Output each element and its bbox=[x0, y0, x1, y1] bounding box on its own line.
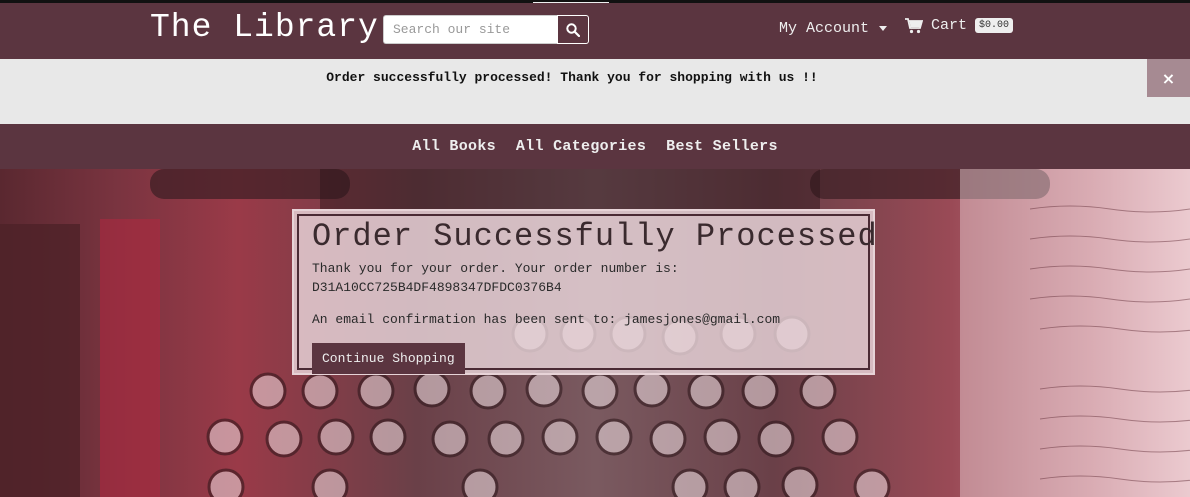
thank-you-text: Thank you for your order. Your order num… bbox=[312, 261, 679, 276]
search-button[interactable] bbox=[557, 15, 589, 44]
nav-all-books[interactable]: All Books bbox=[412, 138, 496, 155]
continue-shopping-button[interactable]: Continue Shopping bbox=[312, 343, 465, 374]
category-nav: All Books All Categories Best Sellers bbox=[0, 124, 1190, 169]
navbar: The Library My Account Cart $0.00 bbox=[0, 3, 1190, 59]
email-confirmation-text: An email confirmation has been sent to: … bbox=[312, 312, 781, 327]
order-confirmation-panel: Order Successfully Processed Thank you f… bbox=[292, 209, 877, 375]
my-account-dropdown[interactable]: My Account bbox=[779, 20, 888, 37]
nav-best-sellers[interactable]: Best Sellers bbox=[666, 138, 778, 155]
chevron-down-icon bbox=[879, 26, 888, 31]
cart-icon bbox=[905, 17, 923, 33]
order-number: D31A10CC725B4DF4898347DFDC0376B4 bbox=[312, 280, 562, 295]
cart-total-badge: $0.00 bbox=[975, 18, 1014, 33]
nav-all-categories[interactable]: All Categories bbox=[516, 138, 646, 155]
close-icon[interactable]: × bbox=[1147, 59, 1190, 97]
cart-label: Cart bbox=[931, 17, 968, 34]
cart-link[interactable]: Cart $0.00 bbox=[905, 17, 1014, 34]
success-alert: Order successfully processed! Thank you … bbox=[0, 59, 1190, 124]
page-title: Order Successfully Processed bbox=[312, 218, 878, 255]
search-icon bbox=[566, 22, 580, 37]
search-form bbox=[383, 15, 589, 44]
panel-inner-border: Order Successfully Processed Thank you f… bbox=[297, 214, 877, 374]
brand-logo[interactable]: The Library bbox=[150, 9, 379, 46]
alert-message: Order successfully processed! Thank you … bbox=[326, 70, 818, 85]
search-input[interactable] bbox=[383, 15, 557, 44]
my-account-label: My Account bbox=[779, 20, 870, 37]
